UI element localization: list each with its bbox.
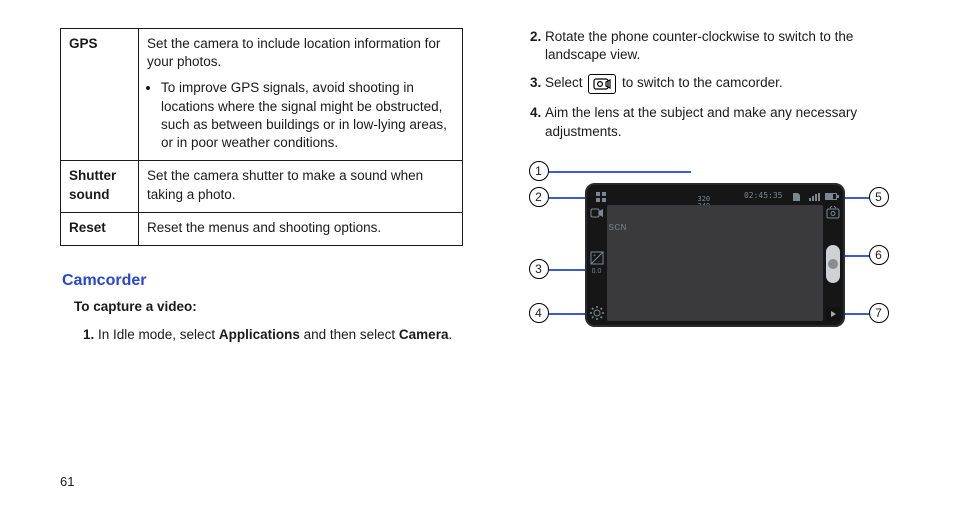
steps-list-left: In Idle mode, select Applications and th… <box>60 326 463 344</box>
option-key: Shutter sound <box>61 161 139 212</box>
callout-4: 4 <box>529 303 549 323</box>
option-key: Reset <box>61 212 139 245</box>
subhead: To capture a video: <box>74 298 463 316</box>
table-row: GPS Set the camera to include location i… <box>61 29 463 161</box>
shutter-button <box>826 245 840 283</box>
option-desc-text: Set the camera to include location infor… <box>147 36 440 69</box>
step-3-text-a: Select <box>545 75 586 90</box>
signal-icon <box>809 193 820 201</box>
callout-1: 1 <box>529 161 549 181</box>
status-bar: 320 240 02:45:35 <box>593 189 837 205</box>
step-2: Rotate the phone counter-clockwise to sw… <box>545 28 910 64</box>
step-1: In Idle mode, select Applications and th… <box>98 326 463 344</box>
steps-list-right: Rotate the phone counter-clockwise to sw… <box>507 28 910 141</box>
exposure-value: +- 0.0 <box>589 250 605 276</box>
table-row: Reset Reset the menus and shooting optio… <box>61 212 463 245</box>
right-icon-stack <box>825 205 841 321</box>
phone-mockup: 320 240 02:45:35 SCN <box>585 183 845 327</box>
camera-options-table: GPS Set the camera to include location i… <box>60 28 463 246</box>
mode-icon <box>593 189 609 205</box>
svg-text:+: + <box>593 253 596 259</box>
camcorder-diagram: 320 240 02:45:35 SCN <box>529 159 889 359</box>
step-1-text-c: . <box>448 327 452 342</box>
scene-label: SCN <box>609 223 627 234</box>
option-desc: Set the camera to include location infor… <box>139 29 463 161</box>
switch-camera-icon <box>825 205 841 221</box>
callout-2: 2 <box>529 187 549 207</box>
callout-line <box>549 171 691 173</box>
camera-label: Camera <box>399 327 449 342</box>
gear-icon <box>589 305 605 321</box>
option-bullet: To improve GPS signals, avoid shooting i… <box>161 79 454 152</box>
option-desc: Reset the menus and shooting options. <box>139 212 463 245</box>
page-number: 61 <box>60 473 74 491</box>
timestamp-label: 02:45:35 <box>744 191 783 202</box>
option-key: GPS <box>61 29 139 161</box>
callout-7: 7 <box>869 303 889 323</box>
step-3-text-b: to switch to the camcorder. <box>622 75 783 90</box>
exposure-label: 0.0 <box>592 267 602 276</box>
step-4: Aim the lens at the subject and make any… <box>545 104 910 140</box>
camcorder-icon <box>589 205 605 221</box>
play-icon <box>826 307 840 321</box>
battery-icon <box>825 193 837 200</box>
callout-3: 3 <box>529 259 549 279</box>
camcorder-switch-icon <box>588 74 616 94</box>
exposure-icon: +- <box>589 250 605 266</box>
left-icon-stack: +- 0.0 <box>589 205 605 321</box>
step-3: Select to switch to the camcorder. <box>545 74 910 94</box>
table-row: Shutter sound Set the camera shutter to … <box>61 161 463 212</box>
step-1-text-a: In Idle mode, select <box>98 327 219 342</box>
option-desc: Set the camera shutter to make a sound w… <box>139 161 463 212</box>
callout-5: 5 <box>869 187 889 207</box>
callout-6: 6 <box>869 245 889 265</box>
viewfinder <box>607 205 823 321</box>
storage-icon <box>788 189 804 205</box>
applications-label: Applications <box>219 327 300 342</box>
section-title: Camcorder <box>62 270 463 292</box>
step-1-text-b: and then select <box>300 327 399 342</box>
